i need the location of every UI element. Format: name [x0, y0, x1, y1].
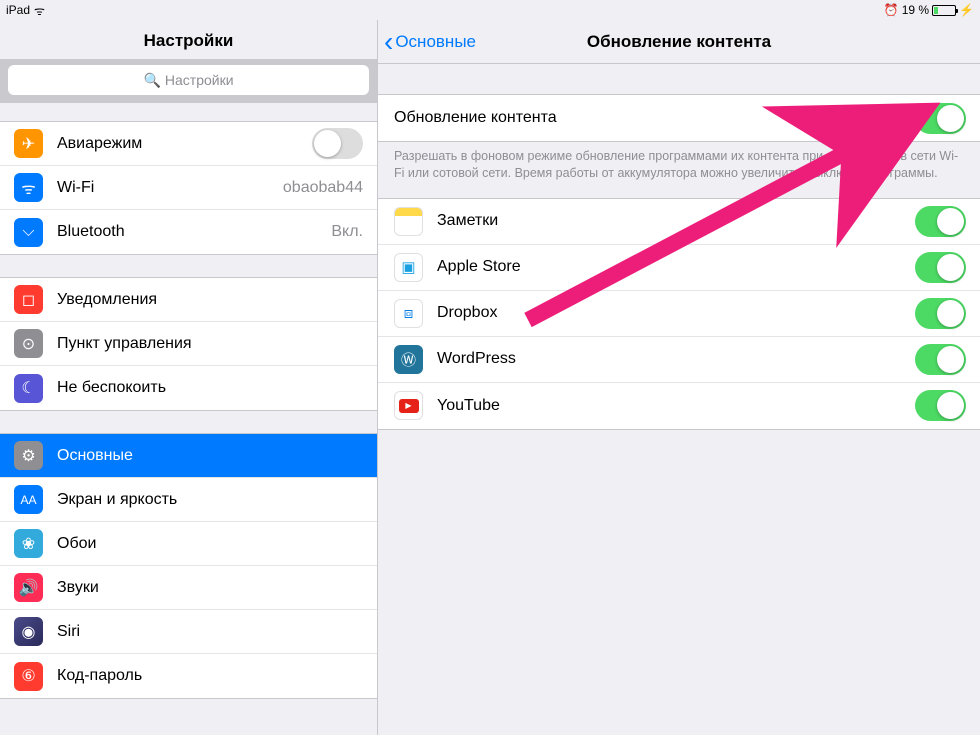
- sidebar-item-control-center[interactable]: ⊙ Пункт управления: [0, 322, 377, 366]
- back-label: Основные: [395, 32, 476, 52]
- app-label: WordPress: [437, 350, 915, 368]
- device-label: iPad: [6, 3, 30, 17]
- dropbox-toggle[interactable]: [915, 298, 966, 329]
- back-button[interactable]: ‹ Основные: [378, 28, 476, 56]
- app-label: Apple Store: [437, 258, 915, 276]
- airplane-toggle[interactable]: [312, 128, 363, 159]
- sidebar-item-label: Bluetooth: [57, 223, 331, 241]
- sidebar-item-label: Основные: [57, 447, 377, 465]
- airplane-icon: ✈: [14, 129, 43, 158]
- app-row-notes: Заметки: [378, 199, 980, 245]
- wifi-status-icon: ᯤ: [34, 2, 45, 19]
- dropbox-app-icon: ⧈: [394, 299, 423, 328]
- appstore-app-icon: ▣: [394, 253, 423, 282]
- sidebar-item-airplane[interactable]: ✈ Авиарежим: [0, 122, 377, 166]
- sidebar-item-wallpaper[interactable]: ❀ Обои: [0, 522, 377, 566]
- sidebar-item-value: obaobab44: [283, 179, 377, 197]
- lock-icon: ⑥: [14, 662, 43, 691]
- sidebar-item-siri[interactable]: ◉ Siri: [0, 610, 377, 654]
- sidebar-item-passcode[interactable]: ⑥ Код-пароль: [0, 654, 377, 698]
- search-icon: 🔍: [143, 72, 160, 89]
- sidebar-item-display[interactable]: AA Экран и яркость: [0, 478, 377, 522]
- sidebar-item-dnd[interactable]: ☾ Не беспокоить: [0, 366, 377, 410]
- display-icon: AA: [14, 485, 43, 514]
- sidebar-item-label: Wi-Fi: [57, 179, 283, 197]
- app-label: Dropbox: [437, 304, 915, 322]
- gear-icon: ⚙: [14, 441, 43, 470]
- speaker-icon: 🔊: [14, 573, 43, 602]
- control-center-icon: ⊙: [14, 329, 43, 358]
- sidebar-item-label: Экран и яркость: [57, 491, 377, 509]
- app-label: YouTube: [437, 397, 915, 415]
- app-row-wordpress: Ⓦ WordPress: [378, 337, 980, 383]
- content-pane: ‹ Основные Обновление контента Обновлени…: [378, 20, 980, 735]
- appstore-toggle[interactable]: [915, 252, 966, 283]
- wifi-icon: ᯤ: [14, 173, 43, 202]
- sidebar-item-label: Авиарежим: [57, 135, 312, 153]
- wordpress-toggle[interactable]: [915, 344, 966, 375]
- notes-app-icon: [394, 207, 423, 236]
- sidebar-item-notifications[interactable]: ◻ Уведомления: [0, 278, 377, 322]
- moon-icon: ☾: [14, 374, 43, 403]
- settings-sidebar: Настройки 🔍 Настройки ✈ Авиарежим ᯤ Wi-Fiob…: [0, 20, 378, 735]
- chevron-left-icon: ‹: [384, 28, 393, 56]
- wordpress-app-icon: Ⓦ: [394, 345, 423, 374]
- battery-icon: [932, 5, 956, 16]
- siri-icon: ◉: [14, 617, 43, 646]
- wallpaper-icon: ❀: [14, 529, 43, 558]
- app-row-appstore: ▣ Apple Store: [378, 245, 980, 291]
- sidebar-item-label: Siri: [57, 623, 377, 641]
- sidebar-item-wifi[interactable]: ᯤ Wi-Fiobaobab44: [0, 166, 377, 210]
- master-footer-text: Разрешать в фоновом режиме обновление пр…: [378, 142, 980, 182]
- sidebar-item-label: Обои: [57, 535, 377, 553]
- sidebar-item-bluetooth[interactable]: ⌵ BluetoothВкл.: [0, 210, 377, 254]
- app-row-youtube: ▶ YouTube: [378, 383, 980, 429]
- bluetooth-icon: ⌵: [14, 218, 43, 247]
- sidebar-item-sounds[interactable]: 🔊 Звуки: [0, 566, 377, 610]
- master-toggle[interactable]: [915, 103, 966, 134]
- alarm-icon: ⏰: [884, 3, 899, 17]
- notifications-icon: ◻: [14, 285, 43, 314]
- sidebar-item-label: Звуки: [57, 579, 377, 597]
- content-navbar: ‹ Основные Обновление контента: [378, 20, 980, 64]
- status-bar: iPad ᯤ ⏰ 19 % ⚡: [0, 0, 980, 20]
- sidebar-item-label: Код-пароль: [57, 667, 377, 685]
- sidebar-item-label: Пункт управления: [57, 335, 377, 353]
- master-toggle-row: Обновление контента: [378, 95, 980, 141]
- search-placeholder: Настройки: [165, 72, 234, 88]
- sidebar-title: Настройки: [0, 20, 377, 59]
- sidebar-item-label: Не беспокоить: [57, 379, 377, 397]
- sidebar-item-label: Уведомления: [57, 291, 377, 309]
- youtube-app-icon: ▶: [394, 391, 423, 420]
- master-toggle-label: Обновление контента: [394, 109, 915, 127]
- youtube-toggle[interactable]: [915, 390, 966, 421]
- sidebar-item-general[interactable]: ⚙ Основные: [0, 434, 377, 478]
- app-label: Заметки: [437, 212, 915, 230]
- charging-icon: ⚡: [959, 3, 974, 17]
- sidebar-item-value: Вкл.: [331, 223, 377, 241]
- notes-toggle[interactable]: [915, 206, 966, 237]
- battery-percent: 19 %: [902, 3, 929, 17]
- app-row-dropbox: ⧈ Dropbox: [378, 291, 980, 337]
- search-input[interactable]: 🔍 Настройки: [8, 65, 369, 95]
